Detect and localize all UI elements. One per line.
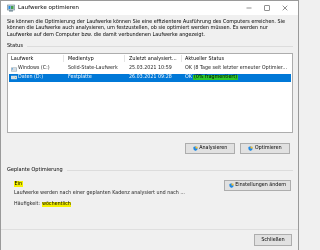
analyze-button[interactable]: Analysieren [185, 143, 235, 154]
window-title: Laufwerke optimieren [18, 4, 79, 11]
column-divider [181, 55, 182, 62]
frequency-value: wöchentlich [41, 202, 72, 207]
minimize-icon [246, 7, 252, 9]
maximize-button[interactable] [260, 1, 274, 15]
column-header-media[interactable]: Medientyp [68, 56, 94, 62]
drive-name: Windows (C:) [18, 66, 50, 71]
optimize-button[interactable]: Optimieren [240, 143, 290, 154]
drive-status: OK (0% fragmentiert) [185, 74, 238, 80]
intro-text: Sie können die Optimierung der Laufwerke… [7, 19, 286, 38]
media-type: Festplatte [68, 74, 92, 80]
schedule-state: Ein [14, 181, 23, 187]
optimize-drives-window: Laufwerke optimieren Sie können die Opti… [0, 0, 299, 250]
drive-name: Daten (D:) [18, 74, 44, 80]
windows-drive-icon [11, 67, 17, 71]
analyze-button-label: Analysieren [199, 146, 228, 151]
defrag-app-icon [7, 4, 15, 12]
shield-icon [248, 146, 253, 151]
close-window-button[interactable] [278, 1, 292, 15]
drive-status: OK (8 Tage seit letzter erneuter Optimie… [185, 66, 287, 71]
fragmentation-highlight: (0% fragmentiert) [193, 74, 238, 80]
hard-drive-icon [11, 75, 17, 80]
change-settings-label: Einstellungen ändern [235, 183, 287, 188]
table-row[interactable]: Windows (C:) Solid-State-Laufwerk 25.03.… [9, 65, 291, 73]
shield-icon [193, 146, 198, 151]
column-header-last-analyzed[interactable]: Zuletzt analysiert... [129, 56, 177, 62]
column-divider [124, 55, 125, 62]
schedule-description: Laufwerke werden nach einer geplanten Ka… [14, 191, 185, 196]
close-button[interactable]: Schließen [254, 234, 292, 246]
schedule-frequency: Häufigkeit: wöchentlich [14, 202, 72, 207]
maximize-icon [264, 5, 270, 11]
close-icon [282, 5, 288, 11]
column-header-status[interactable]: Aktueller Status [185, 56, 224, 62]
title-bar[interactable]: Laufwerke optimieren [1, 1, 298, 15]
optimize-button-label: Optimieren [254, 146, 282, 151]
last-analyzed: 26.03.2021 09:28 [129, 74, 172, 80]
schedule-divider [67, 170, 293, 171]
frequency-label: Häufigkeit: [14, 202, 42, 207]
status-label: Status [7, 42, 23, 49]
column-header-drive[interactable]: Laufwerk [11, 56, 33, 62]
media-type: Solid-State-Laufwerk [68, 66, 118, 71]
column-divider [63, 55, 64, 62]
last-analyzed: 25.03.2021 10:59 [129, 66, 172, 71]
change-settings-button[interactable]: Einstellungen ändern [224, 180, 291, 191]
status-divider [27, 45, 293, 47]
table-row-selected[interactable]: Daten (D:) Festplatte 26.03.2021 09:28 O… [9, 73, 291, 82]
close-button-label: Schließen [261, 237, 285, 243]
minimize-button[interactable] [242, 1, 256, 15]
drives-list[interactable]: Laufwerk Medientyp Zuletzt analysiert...… [7, 53, 293, 133]
scheduled-optimization-label: Geplante Optimierung [7, 167, 63, 173]
schedule-state-value: Ein [14, 181, 23, 187]
shield-icon [229, 183, 234, 188]
